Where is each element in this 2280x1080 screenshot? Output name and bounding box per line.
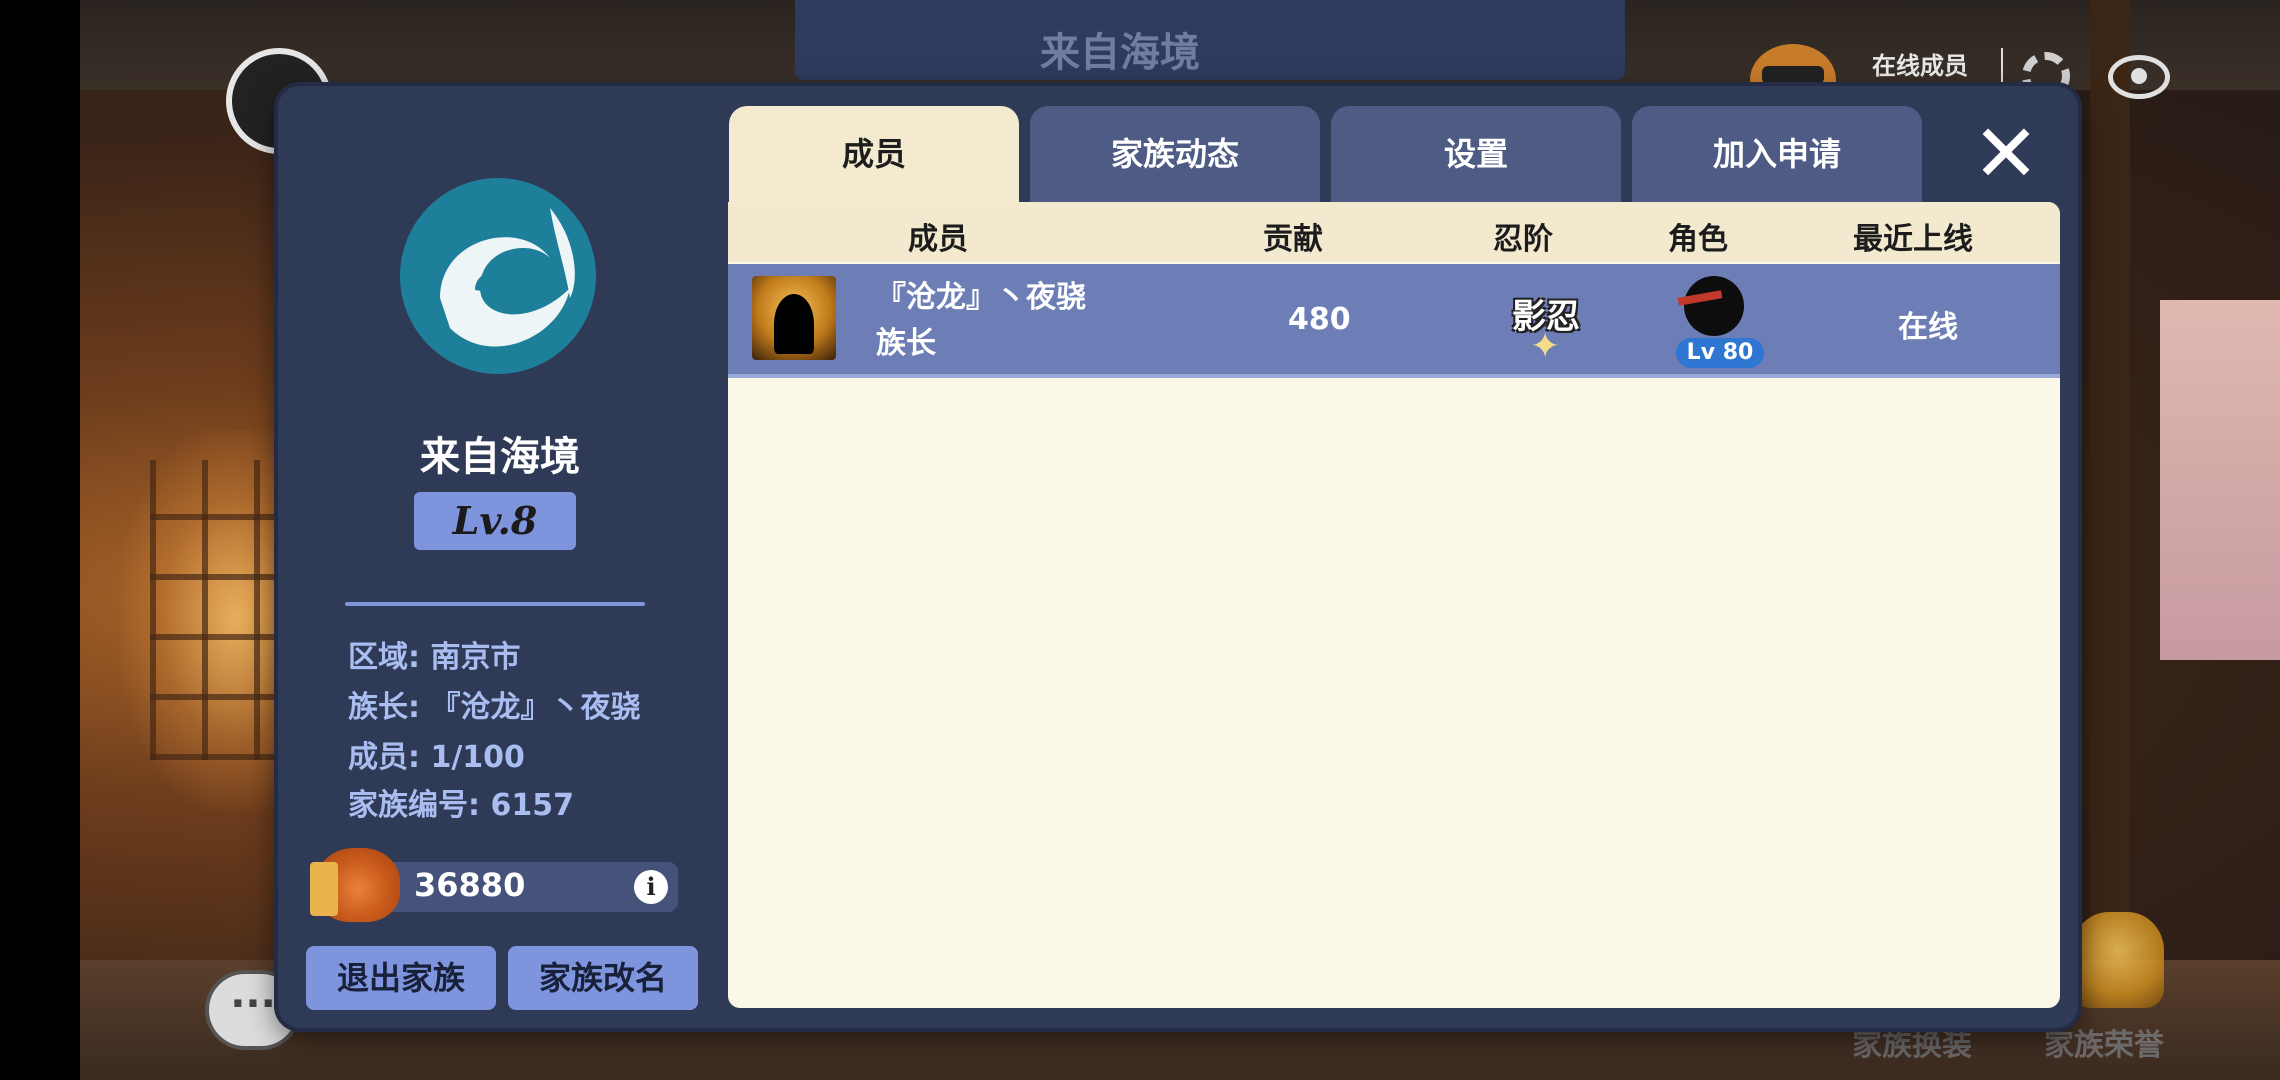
clan-id: 家族编号: 6157 <box>348 788 574 823</box>
member-last-online: 在线 <box>1898 310 1958 345</box>
table-row[interactable]: 『沧龙』丶夜骁 族长 480 影忍 ✦ Lv 80 在线 <box>728 264 2060 378</box>
header-role: 角色 <box>1668 222 1728 257</box>
clan-emblem-icon <box>400 178 596 374</box>
header-member: 成员 <box>908 222 968 257</box>
members-table: 成员 贡献 忍阶 角色 最近上线 『沧龙』丶夜骁 族长 480 影忍 ✦ Lv … <box>728 202 2060 1008</box>
header-last-online: 最近上线 <box>1853 222 1973 257</box>
money-bag-icon <box>310 848 400 922</box>
info-icon[interactable]: i <box>634 870 668 904</box>
clan-name: 来自海境 <box>420 434 580 480</box>
member-contribution: 480 <box>1288 302 1351 337</box>
eye-icon[interactable] <box>2108 55 2170 99</box>
tab-members[interactable]: 成员 <box>729 106 1019 202</box>
tab-settings[interactable]: 设置 <box>1331 106 1621 202</box>
table-header: 成员 贡献 忍阶 角色 最近上线 <box>728 202 2060 262</box>
sky-sakura <box>2160 300 2280 660</box>
banner-title: 来自海境 <box>1040 30 1200 76</box>
divider <box>345 602 645 606</box>
role-level-badge: Lv 80 <box>1676 338 1764 368</box>
stickman-ninja-icon <box>1684 276 1744 336</box>
clan-funds-value: 36880 <box>414 866 526 904</box>
member-name: 『沧龙』丶夜骁 <box>876 280 1086 315</box>
member-position: 族长 <box>876 326 936 361</box>
top-banner <box>795 0 1625 80</box>
member-avatar[interactable] <box>752 276 836 360</box>
header-contribution: 贡献 <box>1263 222 1323 257</box>
rename-clan-button[interactable]: 家族改名 <box>508 946 698 1010</box>
clan-region: 区域: 南京市 <box>348 640 521 675</box>
clan-level-badge: Lv.8 <box>414 492 576 550</box>
trophy-icon[interactable] <box>2072 912 2164 1008</box>
tab-clan-activity[interactable]: 家族动态 <box>1030 106 1320 202</box>
tab-join-requests[interactable]: 加入申请 <box>1632 106 1922 202</box>
header-rank: 忍阶 <box>1493 222 1553 257</box>
close-button[interactable]: ✕ <box>1970 114 2042 194</box>
online-members-label[interactable]: 在线成员 <box>1872 46 1968 81</box>
star-icon: ✦ <box>1530 326 1561 367</box>
clan-member-count: 成员: 1/100 <box>348 740 525 775</box>
clan-leader: 族长: 『沧龙』丶夜骁 <box>348 690 641 725</box>
leave-clan-button[interactable]: 退出家族 <box>306 946 496 1010</box>
separator <box>2001 48 2003 84</box>
